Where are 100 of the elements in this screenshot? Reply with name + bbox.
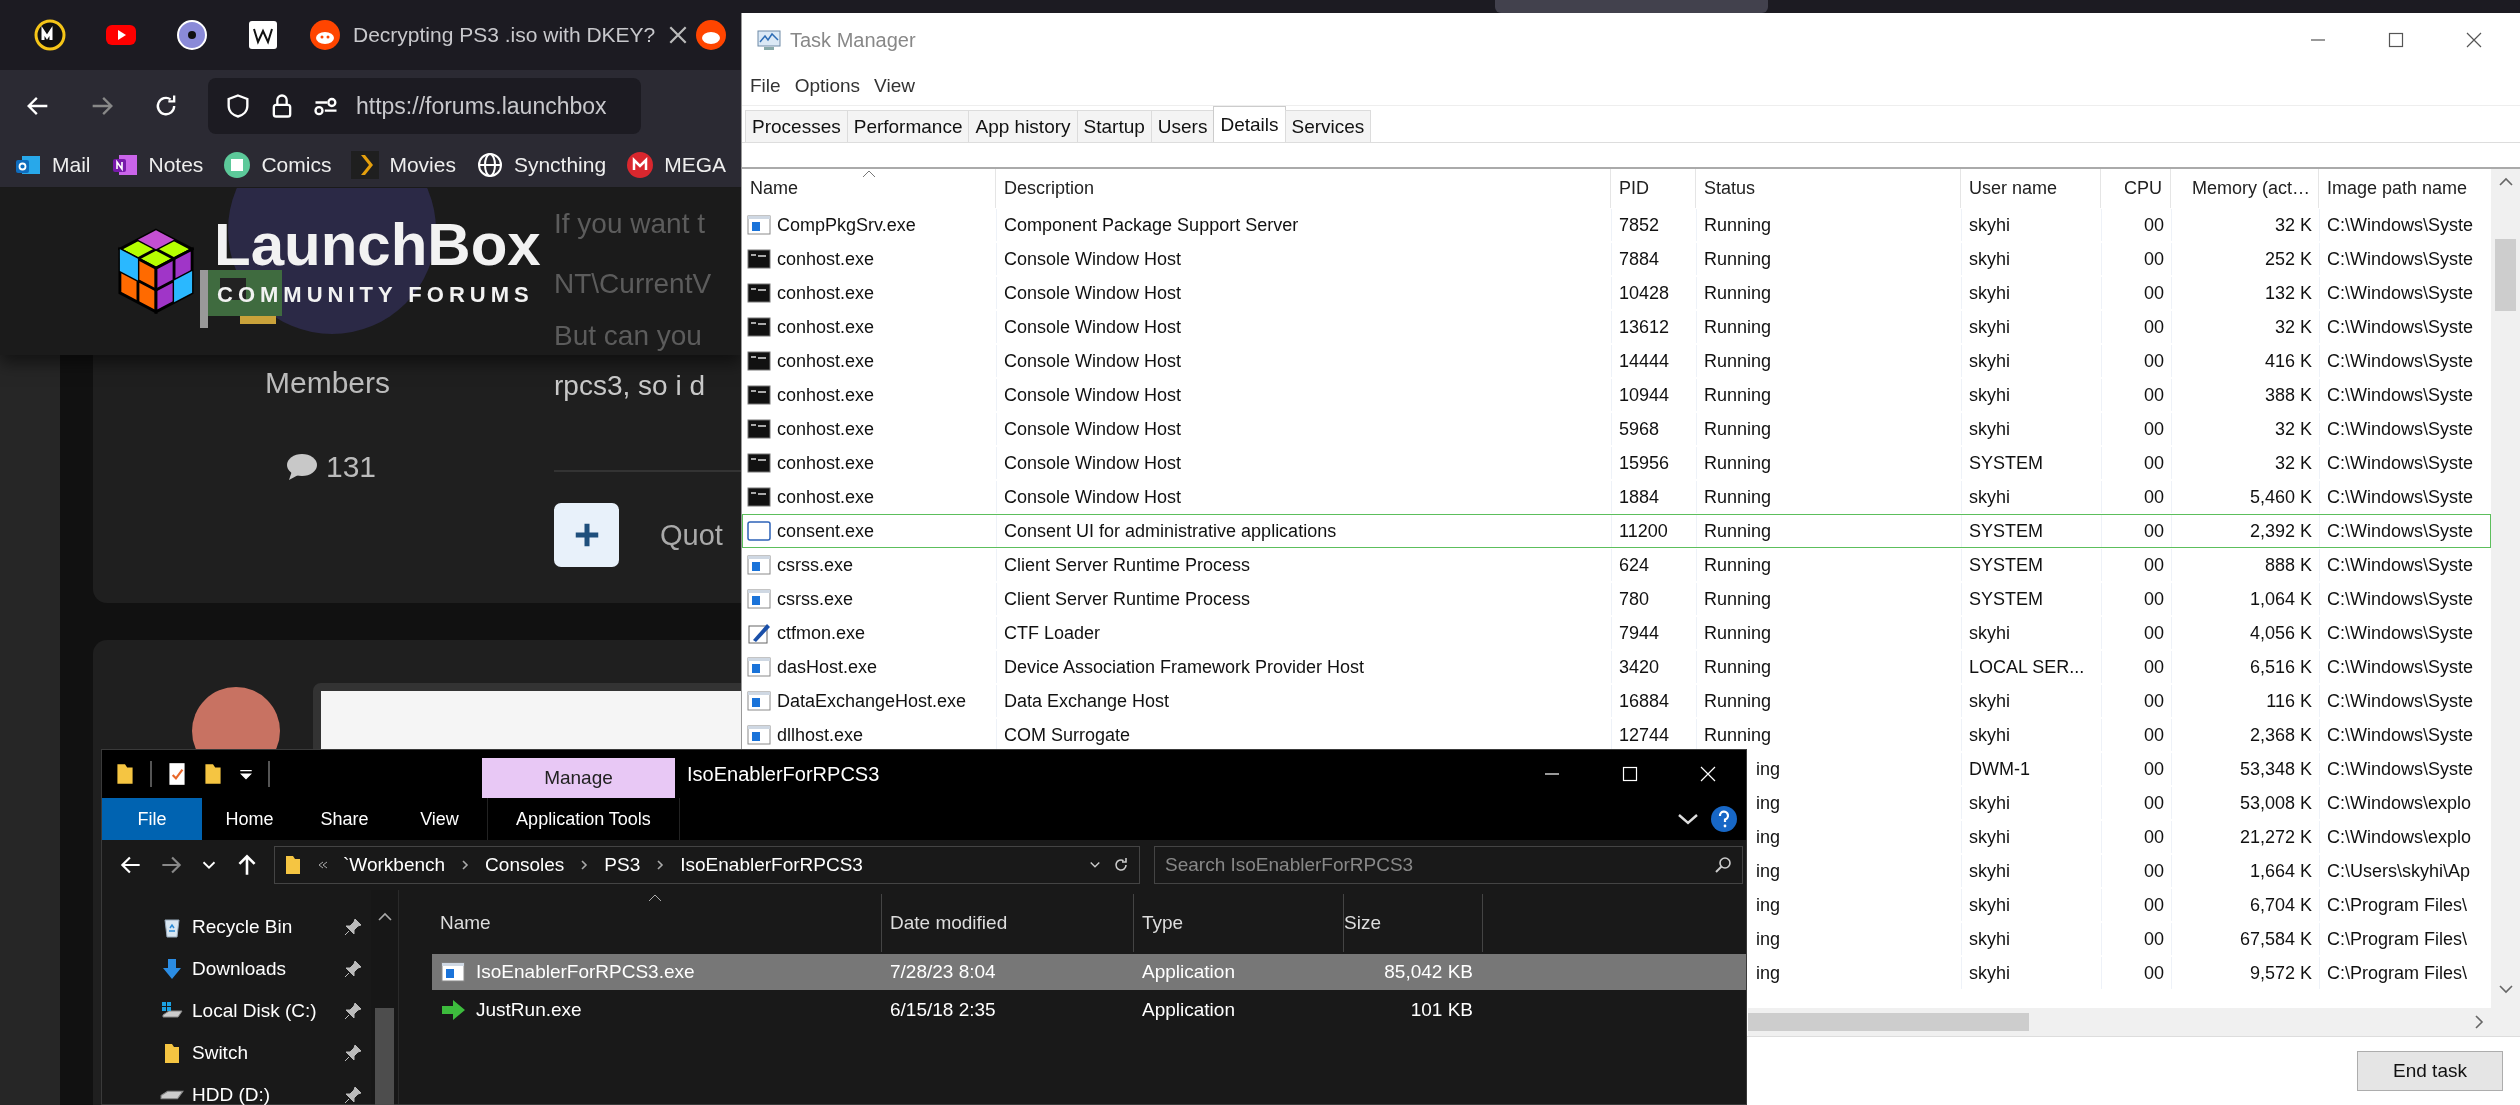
breadcrumb[interactable]: `Workbench [343, 854, 446, 876]
column-header[interactable]: Status [1696, 169, 1961, 208]
navigation-item[interactable]: Downloads [102, 948, 371, 990]
quote-link[interactable]: Quot [660, 519, 723, 552]
column-header[interactable]: Size [1344, 894, 1483, 952]
scroll-up-icon[interactable] [377, 912, 393, 922]
down-arrow-icon [160, 957, 184, 981]
cube-logo-icon[interactable] [118, 228, 194, 314]
column-header[interactable]: Type [1134, 894, 1344, 952]
checklist-icon[interactable] [166, 761, 188, 787]
pin-icon[interactable] [343, 917, 363, 937]
status-cell: ing [1756, 758, 1781, 780]
tab[interactable]: Startup [1076, 110, 1152, 142]
tab[interactable]: Users [1150, 110, 1215, 142]
end-task-button[interactable]: End task [2357, 1051, 2503, 1091]
navigation-item[interactable]: Local Disk (C:) [102, 990, 371, 1032]
scroll-down-icon[interactable] [2498, 984, 2514, 994]
menu-item[interactable]: File [750, 75, 781, 97]
double-chevron-icon[interactable] [317, 860, 329, 870]
scrollbar-thumb[interactable] [1748, 1013, 2029, 1031]
tab[interactable]: App history [968, 110, 1078, 142]
pin-icon[interactable] [343, 959, 363, 979]
address-bar[interactable]: https://forums.launchbox [208, 78, 641, 134]
chevron-down-icon[interactable] [1676, 812, 1700, 826]
folder-icon[interactable] [114, 761, 136, 787]
column-header[interactable]: Description [996, 169, 1611, 208]
search-field[interactable]: Search IsoEnablerForRPCS3 [1154, 846, 1743, 884]
close-icon[interactable] [2464, 30, 2484, 50]
user-cell: skyhi [1969, 962, 2010, 984]
help-icon[interactable] [1710, 805, 1738, 833]
browser-tab[interactable]: Decrypting PS3 .iso with DKEY? [309, 19, 656, 51]
tab[interactable]: Services [1284, 110, 1372, 142]
ribbon-tab[interactable]: Share [297, 798, 392, 840]
process-name: conhost.exe [777, 384, 875, 406]
menu-item[interactable]: Options [794, 75, 861, 97]
ribbon-tab[interactable]: Application Tools [487, 798, 680, 840]
image-path-cell: C:\Program Files\ [2327, 894, 2468, 916]
alien-face-icon[interactable] [695, 19, 728, 51]
pin-icon[interactable] [343, 1001, 363, 1021]
scrollbar-thumb[interactable] [375, 1008, 394, 1105]
close-icon[interactable] [1698, 764, 1718, 784]
user-cell: skyhi [1969, 384, 2010, 406]
menu-item[interactable]: View [874, 75, 915, 97]
dropdown-icon[interactable] [238, 767, 254, 781]
contextual-tab-header: Manage [482, 758, 675, 798]
image-path-cell: C:\Windows\Syste [2327, 486, 2474, 508]
column-header[interactable]: Name [432, 894, 882, 952]
column-header[interactable]: User name [1961, 169, 2101, 208]
ribbon-tab[interactable]: View [392, 798, 487, 840]
breadcrumb[interactable]: IsoEnablerForRPCS3 [680, 854, 863, 876]
cpu-cell: 00 [2143, 962, 2164, 984]
scroll-right-icon[interactable] [2474, 1014, 2484, 1030]
pid-cell: 12744 [1619, 724, 1670, 746]
vertical-scrollbar[interactable] [2491, 169, 2520, 1008]
scrollbar-thumb[interactable] [2495, 239, 2516, 311]
folder-icon[interactable] [202, 761, 224, 787]
tab[interactable]: Performance [846, 110, 970, 142]
console-icon [747, 384, 771, 406]
column-header[interactable]: Memory (act… [2171, 169, 2319, 208]
memory-cell: 67,584 K [2239, 928, 2312, 950]
navigation-item[interactable]: Recycle Bin [102, 906, 371, 948]
site-logo-text[interactable]: LaunchBox [214, 210, 541, 279]
letter-m-circle-icon[interactable] [34, 19, 66, 51]
bookmark[interactable]: Syncthing [475, 150, 607, 179]
ribbon-tab[interactable]: Home [202, 798, 297, 840]
bookmark[interactable]: Movies [351, 150, 456, 179]
scroll-up-icon[interactable] [2498, 177, 2514, 187]
process-name: dllhost.exe [777, 724, 864, 746]
column-header[interactable]: PID [1611, 169, 1696, 208]
disc-icon[interactable] [176, 19, 208, 51]
breadcrumb[interactable]: PS3 [604, 854, 641, 876]
status-cell: Running [1704, 214, 1772, 236]
column-header[interactable]: CPU [2101, 169, 2171, 208]
add-button[interactable] [554, 503, 619, 567]
pin-icon[interactable] [343, 1043, 363, 1063]
bookmark[interactable]: Notes [110, 150, 204, 179]
column-header[interactable]: Date modified [882, 894, 1134, 952]
horizontal-scrollbar[interactable] [1748, 1008, 2520, 1036]
speech-bubble-icon [286, 453, 318, 481]
process-row[interactable]: consent.exe Consent UI for administrative applications 11200 Running SYSTEM 00 2,392 K C:\Windows\Syste [742, 514, 2491, 548]
ribbon-tab[interactable]: File [102, 798, 202, 840]
tab[interactable]: Processes [745, 110, 848, 142]
address-bar[interactable]: `Workbench Consoles PS3 IsoEnablerForRPCS3 [274, 846, 1140, 884]
pid-cell: 11200 [1619, 520, 1668, 542]
bookmark[interactable]: MEGA [626, 150, 726, 179]
maximize-icon[interactable] [2386, 30, 2406, 50]
application-icon [747, 214, 771, 236]
bookmark[interactable]: Comics [223, 150, 332, 179]
breadcrumb[interactable]: Consoles [485, 854, 565, 876]
file-row[interactable]: JustRun.exe 6/15/18 2:35 Application 101 KB [432, 992, 1746, 1028]
file-row[interactable]: IsoEnablerForRPCS3.exe 7/28/23 8:04 Application 85,042 KB [432, 954, 1746, 990]
tab[interactable]: Details [1213, 106, 1286, 142]
user-cell: skyhi [1969, 214, 2010, 236]
encyclopedia-icon[interactable] [247, 19, 279, 51]
column-header[interactable]: Name [742, 169, 996, 208]
pin-icon[interactable] [343, 1085, 363, 1105]
navigation-item[interactable]: Switch [102, 1032, 371, 1074]
bookmark[interactable]: Mail [14, 150, 91, 179]
navigation-item[interactable]: HDD (D:) [102, 1074, 371, 1105]
maximize-icon[interactable] [1620, 764, 1640, 784]
